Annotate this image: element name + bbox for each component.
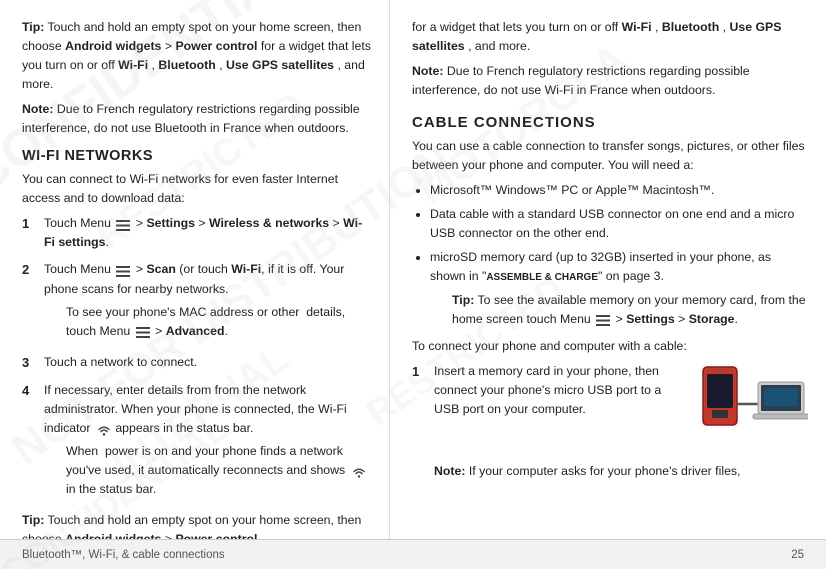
note-text: Due to French regulatory restrictions re… xyxy=(22,102,360,135)
cable-step-1-text: Insert a memory card in your phone, then… xyxy=(434,364,661,416)
left-column: Tip: Touch and hold an empty spot on you… xyxy=(0,0,390,569)
step-2-num: 2 xyxy=(22,260,40,280)
step-4: 4 If necessary, enter details from from … xyxy=(22,381,371,503)
step-2-scan: Scan xyxy=(146,262,175,276)
tip-bluetooth: Bluetooth xyxy=(158,58,215,72)
step-1-num: 1 xyxy=(22,214,40,234)
bullet-tip-settings: Settings xyxy=(626,312,675,326)
wifi-indicator-icon-2 xyxy=(351,465,365,476)
tip-wifi: Wi-Fi xyxy=(118,58,148,72)
wifi-steps: 1 Touch Menu > Settings > Wireless & net… xyxy=(22,214,371,503)
right-column: for a widget that lets you turn on or of… xyxy=(390,0,826,569)
menu-icon-2 xyxy=(116,264,130,275)
bullet-3-tip: Tip: To see the available memory on your… xyxy=(452,291,808,329)
cable-steps: 1 xyxy=(412,362,808,481)
intro-tip-text: Tip: Touch and hold an empty spot on you… xyxy=(22,18,371,94)
cable-step-1-content: Insert a memory card in your phone, then… xyxy=(434,362,808,481)
bullet-1: Microsoft™ Windows™ PC or Apple™ Macinto… xyxy=(430,181,808,200)
right-note-label: Note: xyxy=(412,64,443,78)
tip-gps: Use GPS satellites xyxy=(226,58,334,72)
step-3: 3 Touch a network to connect. xyxy=(22,353,371,373)
cable-bullets: Microsoft™ Windows™ PC or Apple™ Macinto… xyxy=(430,181,808,328)
right-bluetooth: Bluetooth xyxy=(662,20,719,34)
tip-label: Tip: xyxy=(22,20,44,34)
right-note-text: Due to French regulatory restrictions re… xyxy=(412,64,750,97)
cable-intro: You can use a cable connection to transf… xyxy=(412,137,808,175)
page-container: CONFIDENTIAL RESTRICTED NOT FOR DISTRIBU… xyxy=(0,0,826,569)
right-comma1: , xyxy=(655,20,662,34)
step-1-settings: Settings xyxy=(146,216,195,230)
menu-icon-4 xyxy=(596,313,610,324)
bullet-tip-storage: Storage xyxy=(689,312,735,326)
bottom-tip-label: Tip: xyxy=(22,513,44,527)
cable-step-1: 1 xyxy=(412,362,808,481)
step-4-num: 4 xyxy=(22,381,40,401)
cable-step-1-note-wrapper: Note: If your computer asks for your pho… xyxy=(434,462,808,481)
bullet-tip-label: Tip: xyxy=(452,293,474,307)
step-1-wireless: Wireless & networks xyxy=(209,216,329,230)
wifi-section-heading: WI-FI NETWORKS xyxy=(22,148,371,164)
step-1-content: Touch Menu > Settings > Wireless & netwo… xyxy=(44,214,371,252)
step-1: 1 Touch Menu > Settings > Wireless & net… xyxy=(22,214,371,252)
footer-page-num: 25 xyxy=(791,549,804,561)
cable-connect-intro: To connect your phone and computer with … xyxy=(412,337,808,356)
step-3-num: 3 xyxy=(22,353,40,373)
wifi-indicator-icon xyxy=(96,423,110,434)
step-2-content: Touch Menu > Scan (or touch Wi-Fi, if it… xyxy=(44,260,371,344)
right-wifi: Wi-Fi xyxy=(622,20,652,34)
bullet-2: Data cable with a standard USB connector… xyxy=(430,205,808,243)
tip-android-widgets: Android widgets xyxy=(65,39,161,53)
right-intro-1: for a widget that lets you turn on or of… xyxy=(412,20,622,34)
step-2-advanced: Advanced xyxy=(166,324,225,338)
step-4-content: If necessary, enter details from from th… xyxy=(44,381,371,503)
cable-step-1-note-label: Note: xyxy=(434,464,465,478)
right-note: Note: Due to French regulatory restricti… xyxy=(412,62,808,100)
cable-image-area xyxy=(698,362,808,452)
tip-gt1: > xyxy=(165,39,176,53)
step-4-sub: When power is on and your phone finds a … xyxy=(66,442,371,499)
tip-comma2: , xyxy=(219,58,226,72)
step-2-wifi: Wi-Fi xyxy=(231,262,261,276)
step-2: 2 Touch Menu > Scan (or touch Wi-Fi, if … xyxy=(22,260,371,344)
bullet-3: microSD memory card (up to 32GB) inserte… xyxy=(430,248,808,328)
wifi-intro: You can connect to Wi-Fi networks for ev… xyxy=(22,170,371,208)
cable-step-1-num: 1 xyxy=(412,362,430,382)
cable-step-1-inner: Insert a memory card in your phone, then… xyxy=(434,362,808,458)
footer-left-text: Bluetooth™, Wi-Fi, & cable connections xyxy=(22,549,225,561)
note-label: Note: xyxy=(22,102,53,116)
right-text3: , and more. xyxy=(468,39,530,53)
menu-icon-1 xyxy=(116,218,130,229)
tip-power-control: Power control xyxy=(175,39,257,53)
footer-bar: Bluetooth™, Wi-Fi, & cable connections 2… xyxy=(0,539,826,569)
step-3-content: Touch a network to connect. xyxy=(44,353,371,372)
assemble-charge-ref: ASSEMBLE & CHARGE xyxy=(486,272,598,283)
step-2-sub: To see your phone's MAC address or other… xyxy=(66,303,371,341)
cable-section-heading: CABLE CONNECTIONS xyxy=(412,114,808,131)
cable-step-1-note-text: If your computer asks for your phone's d… xyxy=(469,464,741,478)
right-intro-text: for a widget that lets you turn on or of… xyxy=(412,18,808,56)
menu-icon-3 xyxy=(136,325,150,336)
cable-illustration xyxy=(698,362,808,452)
intro-note-text: Note: Due to French regulatory restricti… xyxy=(22,100,371,138)
